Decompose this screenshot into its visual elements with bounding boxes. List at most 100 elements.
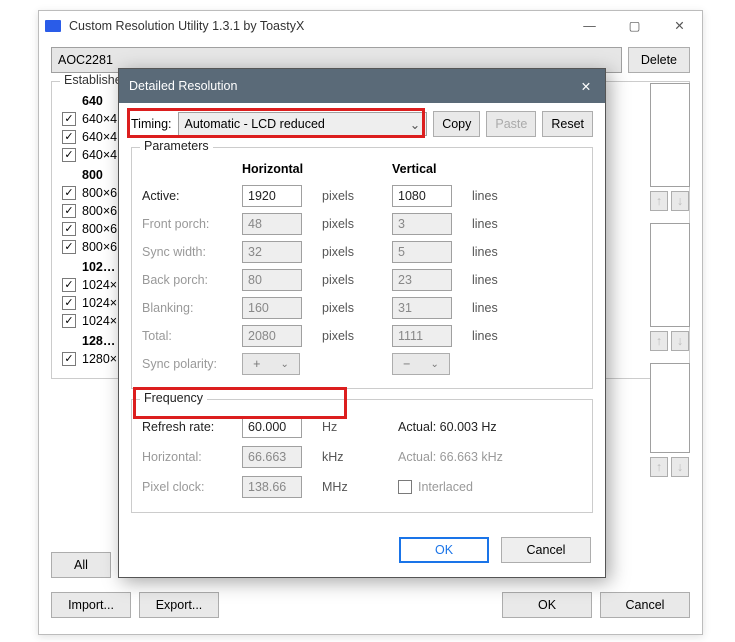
export-button[interactable]: Export...: [139, 592, 219, 618]
timing-select[interactable]: Automatic - LCD reduced ⌄: [178, 112, 428, 136]
freq-input: 66.663: [242, 446, 302, 468]
close-button[interactable]: ✕: [657, 11, 702, 41]
checkbox-icon[interactable]: [62, 222, 76, 236]
v-unit: lines: [472, 245, 532, 259]
main-ok-button[interactable]: OK: [502, 592, 592, 618]
main-bottom-row: Import... Export... OK Cancel: [51, 592, 690, 618]
move-down-button-3[interactable]: ↓: [671, 457, 689, 477]
h-input: 80: [242, 269, 302, 291]
h-polarity-select[interactable]: +⌄: [242, 353, 300, 375]
side-listbox-3[interactable]: [650, 363, 690, 453]
checkbox-icon[interactable]: [62, 314, 76, 328]
freq-input: 138.66: [242, 476, 302, 498]
freq-row: Horizontal: 66.663 kHz Actual: 66.663 kHz: [142, 442, 582, 472]
v-unit: lines: [472, 189, 532, 203]
delete-button[interactable]: Delete: [628, 47, 690, 73]
h-input[interactable]: 1920: [242, 185, 302, 207]
minimize-button[interactable]: —: [567, 11, 612, 41]
vertical-header: Vertical: [392, 162, 462, 176]
side-panel: ↑ ↓ ↑ ↓ ↑ ↓: [650, 83, 690, 553]
freq-row: Refresh rate: 60.000 Hz Actual: 60.003 Hz: [142, 412, 582, 442]
h-input: 48: [242, 213, 302, 235]
checkbox-icon[interactable]: [398, 480, 412, 494]
v-polarity-select[interactable]: −⌄: [392, 353, 450, 375]
freq-label: Pixel clock:: [142, 480, 232, 494]
h-input: 2080: [242, 325, 302, 347]
parameters-fieldset: Parameters Horizontal Vertical Active:19…: [131, 147, 593, 389]
param-label: Front porch:: [142, 217, 232, 231]
main-titlebar: Custom Resolution Utility 1.3.1 by Toast…: [39, 11, 702, 41]
param-row: Total: 2080 pixels 1111 lines: [142, 322, 582, 350]
v-input: 3: [392, 213, 452, 235]
copy-button[interactable]: Copy: [433, 111, 480, 137]
freq-unit: Hz: [322, 420, 362, 434]
dialog-cancel-button[interactable]: Cancel: [501, 537, 591, 563]
checkbox-icon[interactable]: [62, 278, 76, 292]
chevron-down-icon: ⌄: [431, 359, 439, 370]
h-input: 32: [242, 241, 302, 263]
param-label: Back porch:: [142, 273, 232, 287]
param-row: Back porch:80pixels23lines: [142, 266, 582, 294]
dialog-ok-button[interactable]: OK: [399, 537, 489, 563]
sync-polarity-label: Sync polarity:: [142, 357, 232, 371]
param-label: Active:: [142, 189, 232, 203]
freq-label: Horizontal:: [142, 450, 232, 464]
frequency-fieldset: Frequency Refresh rate:60.000HzActual: 6…: [131, 399, 593, 513]
h-unit: pixels: [322, 273, 382, 287]
param-label: Blanking:: [142, 301, 232, 315]
interlaced-option[interactable]: Interlaced: [398, 480, 538, 494]
move-up-button[interactable]: ↑: [650, 191, 668, 211]
checkbox-icon[interactable]: [62, 204, 76, 218]
actual-value: Actual: 66.663 kHz: [398, 450, 538, 464]
h-unit: pixels: [322, 245, 382, 259]
checkbox-icon[interactable]: [62, 148, 76, 162]
maximize-button[interactable]: ▢: [612, 11, 657, 41]
v-unit: lines: [472, 217, 532, 231]
h-unit: pixels: [322, 217, 382, 231]
v-input: 5: [392, 241, 452, 263]
all-button[interactable]: All: [51, 552, 111, 578]
v-unit: lines: [472, 329, 532, 343]
h-unit: pixels: [322, 329, 382, 343]
close-icon: ✕: [581, 79, 591, 94]
dialog-titlebar: Detailed Resolution ✕: [119, 69, 605, 103]
checkbox-icon[interactable]: [62, 352, 76, 366]
v-input: 31: [392, 297, 452, 319]
main-cancel-button[interactable]: Cancel: [600, 592, 690, 618]
h-unit: pixels: [322, 301, 382, 315]
v-input: 23: [392, 269, 452, 291]
freq-input[interactable]: 60.000: [242, 416, 302, 438]
move-up-button-3[interactable]: ↑: [650, 457, 668, 477]
move-down-button-2[interactable]: ↓: [671, 331, 689, 351]
param-row: Blanking:160pixels31lines: [142, 294, 582, 322]
import-button[interactable]: Import...: [51, 592, 131, 618]
checkbox-icon[interactable]: [62, 240, 76, 254]
side-listbox-2[interactable]: [650, 223, 690, 327]
move-down-button[interactable]: ↓: [671, 191, 689, 211]
app-icon: [45, 20, 61, 32]
paste-button[interactable]: Paste: [486, 111, 536, 137]
move-up-button-2[interactable]: ↑: [650, 331, 668, 351]
detailed-resolution-dialog: Detailed Resolution ✕ Timing: Automatic …: [118, 68, 606, 578]
dialog-title: Detailed Resolution: [129, 79, 237, 93]
checkbox-icon[interactable]: [62, 296, 76, 310]
freq-unit: kHz: [322, 450, 362, 464]
param-row: Sync width:32pixels5lines: [142, 238, 582, 266]
freq-unit: MHz: [322, 480, 362, 494]
v-unit: lines: [472, 301, 532, 315]
dialog-close-button[interactable]: ✕: [567, 69, 605, 103]
checkbox-icon[interactable]: [62, 130, 76, 144]
checkbox-icon[interactable]: [62, 112, 76, 126]
param-label: Total:: [142, 329, 232, 343]
v-input[interactable]: 1080: [392, 185, 452, 207]
freq-label: Refresh rate:: [142, 420, 232, 434]
horizontal-header: Horizontal: [242, 162, 312, 176]
reset-button[interactable]: Reset: [542, 111, 593, 137]
frequency-legend: Frequency: [140, 391, 207, 405]
checkbox-icon[interactable]: [62, 186, 76, 200]
actual-value: Actual: 60.003 Hz: [398, 420, 538, 434]
v-input: 1111: [392, 325, 452, 347]
side-listbox[interactable]: [650, 83, 690, 187]
h-unit: pixels: [322, 189, 382, 203]
app-title: Custom Resolution Utility 1.3.1 by Toast…: [69, 11, 304, 41]
